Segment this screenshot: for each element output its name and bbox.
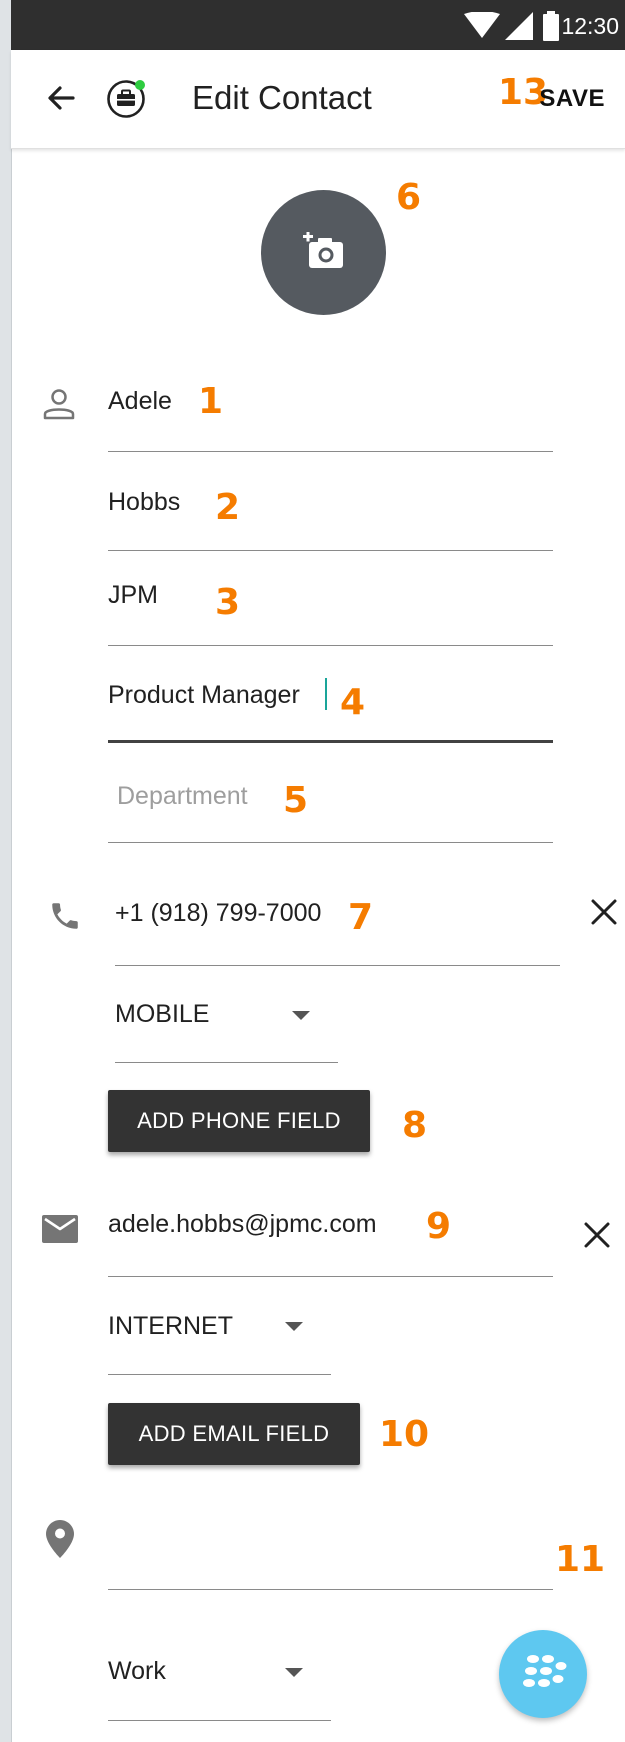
person-icon <box>43 389 75 420</box>
save-button[interactable]: SAVE <box>539 85 605 113</box>
phone-icon <box>52 903 78 929</box>
location-pin-icon <box>46 1520 74 1558</box>
briefcase-icon <box>107 80 145 118</box>
dropdown-arrow-icon[interactable] <box>285 1322 303 1331</box>
close-icon[interactable] <box>590 898 618 926</box>
annotation-10: 10 <box>379 1414 430 1455</box>
address-type-underline <box>108 1720 331 1721</box>
last-name-field[interactable]: Hobbs <box>108 488 180 517</box>
page-title: Edit Contact <box>192 79 372 116</box>
annotation-8: 8 <box>402 1105 428 1146</box>
status-time: 12:30 <box>561 13 619 39</box>
first-name-underline <box>108 451 553 452</box>
company-field[interactable]: JPM <box>108 581 158 610</box>
annotation-3: 3 <box>215 582 241 623</box>
dropdown-arrow-icon[interactable] <box>292 1011 310 1020</box>
address-type-dropdown[interactable]: Work <box>108 1657 166 1686</box>
job-title-field[interactable]: Product Manager <box>108 681 300 710</box>
add-photo-button[interactable] <box>261 190 386 315</box>
annotation-6: 6 <box>396 177 422 218</box>
email-type-underline <box>108 1374 331 1375</box>
annotation-1: 1 <box>198 381 224 422</box>
email-icon <box>42 1215 78 1243</box>
annotation-7: 7 <box>348 897 374 938</box>
annotation-5: 5 <box>283 780 309 821</box>
address-underline <box>108 1589 553 1590</box>
device-frame-edge <box>0 0 12 1742</box>
app-bar: Edit Contact 13 SAVE <box>11 50 625 149</box>
annotation-4: 4 <box>340 682 366 723</box>
wifi-icon <box>464 12 500 38</box>
phone-type-underline <box>115 1062 338 1063</box>
add-email-field-button[interactable]: ADD EMAIL FIELD <box>108 1403 360 1465</box>
blackberry-fab-button[interactable] <box>499 1630 587 1718</box>
job-title-underline <box>108 740 553 743</box>
phone-number-field[interactable]: +1 (918) 799-7000 <box>115 899 321 928</box>
blackberry-icon <box>523 1655 567 1687</box>
close-icon[interactable] <box>583 1221 611 1249</box>
text-cursor <box>325 678 327 710</box>
email-underline <box>108 1276 553 1277</box>
phone-type-dropdown[interactable]: MOBILE <box>115 1000 209 1029</box>
signal-icon <box>505 12 533 40</box>
annotation-2: 2 <box>215 487 241 528</box>
department-underline <box>108 842 553 843</box>
add-phone-field-button[interactable]: ADD PHONE FIELD <box>108 1090 370 1152</box>
annotation-11: 11 <box>555 1539 606 1580</box>
email-address-field[interactable]: adele.hobbs@jpmc.com <box>108 1210 377 1239</box>
company-underline <box>108 645 553 646</box>
back-arrow-icon[interactable] <box>41 78 81 118</box>
dropdown-arrow-icon[interactable] <box>285 1668 303 1677</box>
email-type-dropdown[interactable]: INTERNET <box>108 1312 233 1341</box>
last-name-underline <box>108 550 553 551</box>
annotation-9: 9 <box>426 1206 452 1247</box>
department-field[interactable]: Department <box>117 782 248 811</box>
battery-icon <box>543 11 559 41</box>
status-bar: 12:30 <box>11 0 625 50</box>
add-photo-icon <box>303 232 343 268</box>
phone-underline <box>115 965 560 966</box>
first-name-field[interactable]: Adele <box>108 387 172 416</box>
